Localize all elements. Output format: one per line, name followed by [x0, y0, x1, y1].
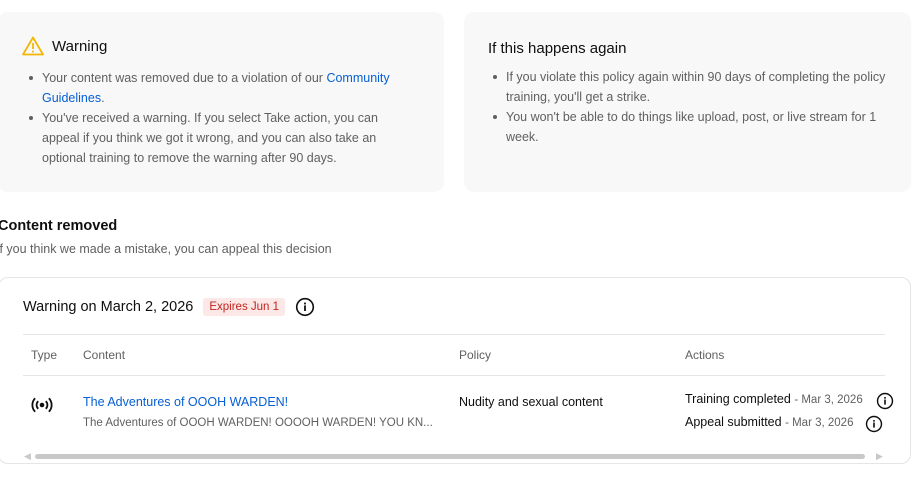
scroll-right-arrow[interactable]: ▶	[876, 451, 883, 462]
panel-header: Warning on March 2, 2026 Expires Jun 1	[23, 297, 315, 317]
list-item: You've received a warning. If you select…	[26, 108, 418, 168]
column-header-content: Content	[83, 348, 126, 362]
action-label: Training completed	[685, 392, 791, 406]
warning-title: Warning	[52, 37, 108, 55]
action-date: - Mar 3, 2026	[785, 417, 854, 429]
content-description: The Adventures of OOOH WARDEN! OOOOH WAR…	[83, 417, 433, 429]
expires-badge: Expires Jun 1	[203, 298, 286, 316]
warning-bullets: Your content was removed due to a violat…	[26, 68, 418, 168]
repeat-violation-bullets: If you violate this policy again within …	[490, 67, 890, 147]
policy-name: Nudity and sexual content	[459, 395, 603, 409]
section-subtitle: If you think we made a mistake, you can …	[0, 242, 332, 256]
scroll-left-arrow[interactable]: ◀	[24, 451, 31, 462]
info-icon[interactable]	[865, 415, 883, 433]
column-header-policy: Policy	[459, 348, 492, 362]
action-label: Appeal submitted	[685, 415, 782, 429]
divider	[23, 334, 885, 335]
section-title: Content removed	[0, 218, 118, 234]
bullet-text-end: .	[101, 91, 105, 105]
bullet-text: Your content was removed due to a violat…	[42, 71, 327, 85]
repeat-violation-card: If this happens again If you violate thi…	[464, 12, 911, 192]
action-date: - Mar 3, 2026	[794, 394, 863, 406]
action-appeal: Appeal submitted - Mar 3, 2026	[685, 415, 853, 429]
repeat-violation-title: If this happens again	[488, 40, 627, 57]
list-item: You won't be able to do things like uplo…	[490, 107, 890, 147]
warning-icon	[22, 36, 44, 56]
list-item: If you violate this policy again within …	[490, 67, 890, 107]
action-training: Training completed - Mar 3, 2026	[685, 392, 863, 406]
column-header-actions: Actions	[685, 348, 725, 362]
content-title-link[interactable]: The Adventures of OOOH WARDEN!	[83, 395, 288, 409]
divider	[23, 375, 885, 376]
column-header-type: Type	[31, 348, 58, 362]
warning-panel: Warning on March 2, 2026 Expires Jun 1 T…	[0, 277, 911, 464]
panel-title: Warning on March 2, 2026	[23, 299, 194, 315]
info-icon[interactable]	[295, 297, 315, 317]
horizontal-scrollbar[interactable]	[35, 454, 865, 459]
warning-header: Warning	[22, 36, 107, 56]
info-icon[interactable]	[876, 392, 894, 410]
live-broadcast-icon	[31, 397, 53, 413]
warning-card: Warning Your content was removed due to …	[0, 12, 444, 192]
list-item: Your content was removed due to a violat…	[26, 68, 418, 108]
